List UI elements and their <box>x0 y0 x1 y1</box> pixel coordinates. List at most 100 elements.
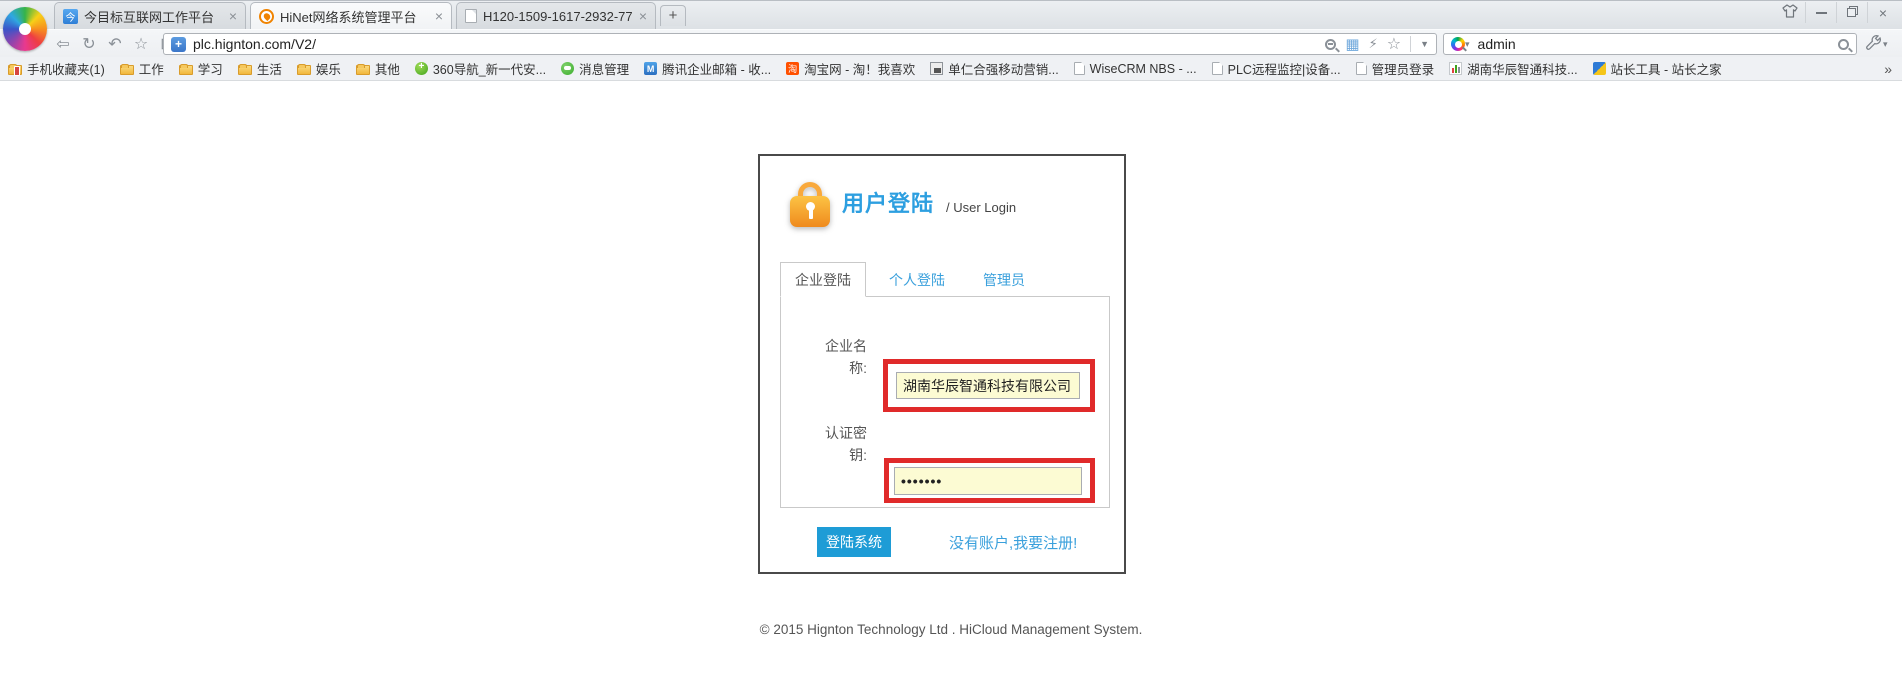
bookmark-item-10[interactable]: 淘淘宝网 - 淘！我喜欢 <box>786 59 915 78</box>
lightning-icon[interactable]: ⚡ <box>1369 36 1378 52</box>
browser-logo-icon[interactable] <box>3 7 47 51</box>
favorite-star-icon[interactable]: ☆ <box>128 34 154 54</box>
qr-code-icon[interactable]: ▦ <box>1345 37 1359 52</box>
zoom-icon[interactable] <box>1325 39 1336 50</box>
minimize-icon <box>1816 12 1827 14</box>
bookmark-label: 360导航_新一代安... <box>433 59 546 78</box>
bookmark-item-16[interactable]: 站长工具 - 站长之家 <box>1593 59 1722 78</box>
bookmark-item-9[interactable]: M 腾讯企业邮箱 - 收... <box>644 59 771 78</box>
address-bar-divider <box>1410 36 1411 52</box>
taobao-icon: 淘 <box>786 62 799 75</box>
address-bar[interactable]: + plc.hignton.com/V2/ ▦ ⚡ ☆ ▼ <box>163 33 1437 55</box>
photo-icon <box>930 62 943 75</box>
minimize-button[interactable] <box>1805 2 1836 23</box>
folder-icon <box>179 65 193 75</box>
login-form: 企业名称:认证密钥: <box>780 296 1110 508</box>
bookmarks-bar: 手机收藏夹(1) 工作 学习 生活 娱乐 其他 360导航_新一代安... 消息管理 M 腾讯企业… <box>0 57 1902 81</box>
search-go-icon[interactable] <box>1838 39 1849 50</box>
close-window-button[interactable]: × <box>1867 2 1898 23</box>
restore-button[interactable] <box>1836 2 1867 23</box>
page-icon <box>1356 62 1367 75</box>
bookmark-item-14[interactable]: 管理员登录 <box>1356 59 1435 78</box>
page-content: 用户登陆 / User Login 企业登陆个人登陆管理员 企业名称:认证密钥:… <box>0 82 1902 678</box>
bookmark-label: PLC远程监控|设备... <box>1228 59 1341 78</box>
tools-caret-icon: ▾ <box>1883 39 1888 50</box>
tab-close-icon[interactable]: × <box>435 9 443 23</box>
new-tab-button[interactable]: + <box>660 5 686 26</box>
bookmark-item-11[interactable]: 单仁合强移动营销... <box>930 59 1058 78</box>
tab-strip-tabs: 今今目标互联网工作平台×HiNet网络系统管理平台×H120-1509-1617… <box>54 2 686 29</box>
chart-icon <box>1449 62 1462 75</box>
bookmark-label: 生活 <box>257 59 282 78</box>
skin-button[interactable] <box>1774 2 1805 23</box>
browser-tab-1[interactable]: 今今目标互联网工作平台 × <box>54 2 246 29</box>
bookmark-item-2[interactable]: 工作 <box>120 59 164 78</box>
tab-close-icon[interactable]: × <box>639 9 647 23</box>
bookmark-item-4[interactable]: 生活 <box>238 59 282 78</box>
browser-tab-label: HiNet网络系统管理平台 <box>280 7 429 26</box>
dropdown-caret-icon[interactable]: ▼ <box>1420 39 1429 49</box>
bookmark-item-13[interactable]: PLC远程监控|设备... <box>1212 59 1341 78</box>
bookmarks-overflow-icon[interactable]: » <box>1884 61 1892 77</box>
green-msg-icon <box>561 62 574 75</box>
undo-icon[interactable]: ↶ <box>102 34 128 54</box>
bookmark-label: 其他 <box>375 59 400 78</box>
company-name-input[interactable] <box>896 372 1080 399</box>
mail-icon: M <box>644 62 657 75</box>
tools-button[interactable]: ▾ <box>1864 33 1888 55</box>
folder-icon <box>238 65 252 75</box>
search-input[interactable]: admin <box>1478 36 1829 52</box>
login-tab-3[interactable]: 管理员 <box>968 262 1040 297</box>
bookmark-label: 腾讯企业邮箱 - 收... <box>662 59 771 78</box>
lock-icon <box>790 182 830 228</box>
bookmark-item-8[interactable]: 消息管理 <box>561 59 629 78</box>
bookmark-label: 娱乐 <box>316 59 341 78</box>
red-highlight-box-2 <box>884 458 1095 503</box>
tab-strip: 今今目标互联网工作平台×HiNet网络系统管理平台×H120-1509-1617… <box>0 0 1902 29</box>
login-header: 用户登陆 / User Login <box>842 186 1016 218</box>
bookmark-item-3[interactable]: 学习 <box>179 59 223 78</box>
refresh-icon[interactable]: ↻ <box>76 34 102 54</box>
restore-icon <box>1846 5 1859 21</box>
bookmark-label: 站长工具 - 站长之家 <box>1611 59 1722 78</box>
bookmark-label: 学习 <box>198 59 223 78</box>
bookmark-item-5[interactable]: 娱乐 <box>297 59 341 78</box>
login-tab-1[interactable]: 企业登陆 <box>780 262 866 297</box>
register-link[interactable]: 没有账户,我要注册! <box>949 532 1077 553</box>
chinaz-icon <box>1593 62 1606 75</box>
bookmark-item-1[interactable]: 手机收藏夹(1) <box>8 59 105 78</box>
bookmark-item-12[interactable]: WiseCRM NBS - ... <box>1074 62 1197 76</box>
search-box[interactable]: ▾ admin <box>1443 33 1857 55</box>
search-engine-icon[interactable] <box>1451 37 1465 51</box>
bookmark-item-15[interactable]: 湖南华辰智通科技... <box>1449 59 1577 78</box>
folder-icon <box>297 65 311 75</box>
jin-favicon: 今 <box>63 9 78 24</box>
browser-chrome: 今今目标互联网工作平台×HiNet网络系统管理平台×H120-1509-1617… <box>0 0 1902 81</box>
nav-icons: ⇦↻↶☆⊞ <box>50 30 180 58</box>
browser-tab-3[interactable]: H120-1509-1617-2932-77× <box>456 2 656 29</box>
login-tab-2[interactable]: 个人登陆 <box>874 262 960 297</box>
browser-tab-2[interactable]: HiNet网络系统管理平台 × <box>250 2 452 29</box>
site-shield-icon[interactable]: + <box>171 37 186 52</box>
navigation-bar: ⇦↻↶☆⊞ + plc.hignton.com/V2/ ▦ ⚡ ☆ ▼ ▾ ad… <box>0 29 1902 57</box>
tab-close-icon[interactable]: × <box>229 9 237 23</box>
green-360-icon <box>415 62 428 75</box>
bookmark-label: 手机收藏夹(1) <box>27 59 105 78</box>
browser-tab-label: 今目标互联网工作平台 <box>84 7 223 26</box>
login-title-zh: 用户登陆 <box>842 186 934 218</box>
flame-favicon <box>259 9 274 24</box>
url-text[interactable]: plc.hignton.com/V2/ <box>193 36 316 52</box>
bookmark-label: 淘宝网 - 淘！我喜欢 <box>804 59 915 78</box>
phone-folder-icon <box>8 65 22 75</box>
bookmark-label: WiseCRM NBS - ... <box>1090 62 1197 76</box>
field-label-2: 认证密钥: <box>815 422 867 466</box>
bookmark-item-7[interactable]: 360导航_新一代安... <box>415 59 546 78</box>
favorite-page-star-icon[interactable]: ☆ <box>1387 34 1401 54</box>
auth-key-input[interactable] <box>894 467 1082 495</box>
folder-icon <box>120 65 134 75</box>
login-title-en: / User Login <box>946 200 1016 218</box>
bookmark-item-6[interactable]: 其他 <box>356 59 400 78</box>
back-icon[interactable]: ⇦ <box>50 34 76 54</box>
page-icon <box>1212 62 1223 75</box>
login-submit-button[interactable]: 登陆系统 <box>817 527 891 557</box>
